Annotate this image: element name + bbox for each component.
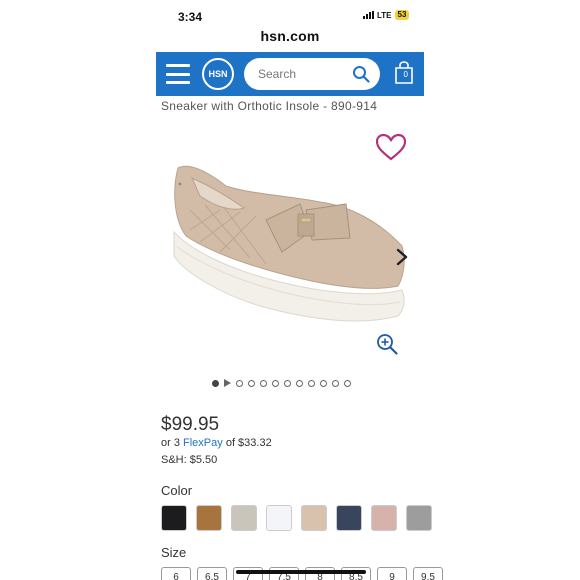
signal-icon [363,11,374,19]
hsn-logo[interactable]: HSN [202,58,234,90]
bag-count: 0 [403,70,408,79]
carousel-dot[interactable] [284,379,291,387]
carousel-dot[interactable] [308,379,315,387]
carousel-dot[interactable] [320,379,327,387]
carousel-dot[interactable] [344,379,351,387]
carousel-dot[interactable] [236,379,243,387]
flexpay-suffix: of $33.32 [222,437,272,449]
status-bar: 3:34 LTE 53 [0,0,580,24]
color-swatches [161,505,432,531]
network-label: LTE [377,10,392,20]
status-indicators: LTE 53 [363,10,410,20]
search-icon[interactable] [352,65,370,83]
battery-icon: 53 [394,10,410,20]
size-button[interactable]: 9 [377,567,407,580]
heart-icon[interactable] [375,133,407,161]
product-price: $99.95 [161,414,220,435]
color-swatch[interactable] [371,505,397,531]
search-placeholder: Search [258,67,297,81]
color-swatch[interactable] [196,505,222,531]
flexpay-prefix: or 3 [161,437,184,449]
carousel-dots [212,379,351,387]
product-image[interactable] [170,160,410,330]
color-swatch[interactable] [336,505,362,531]
next-image-arrow[interactable] [396,248,408,266]
home-indicator [236,570,366,574]
zoom-in-icon[interactable] [376,333,398,355]
color-swatch[interactable] [406,505,432,531]
carousel-dot[interactable] [248,379,255,387]
status-time: 3:34 [178,10,203,24]
url-bar[interactable]: hsn.com [0,28,580,44]
size-label: Size [161,545,187,560]
carousel-dot-active[interactable] [212,379,219,387]
size-button[interactable]: 9.5 [413,567,443,580]
carousel-dot[interactable] [332,379,339,387]
size-button[interactable]: 6.5 [197,567,227,580]
flexpay-link[interactable]: FlexPay [183,437,223,449]
color-swatch[interactable] [266,505,292,531]
shipping-cost: S&H: $5.50 [161,454,218,466]
search-input[interactable]: Search [244,58,380,90]
video-play-icon[interactable] [224,379,231,387]
color-swatch[interactable] [231,505,257,531]
product-title: Sneaker with Orthotic Insole - 890-914 [161,99,378,113]
size-button[interactable]: 6 [161,567,191,580]
menu-icon[interactable] [166,64,190,84]
site-header: HSN Search 0 [156,52,424,96]
color-swatch[interactable] [161,505,187,531]
carousel-dot[interactable] [260,379,267,387]
flexpay-info: or 3 FlexPay of $33.32 [161,437,272,449]
carousel-dot[interactable] [272,379,279,387]
color-label: Color [161,483,193,498]
carousel-dot[interactable] [296,379,303,387]
color-swatch[interactable] [301,505,327,531]
